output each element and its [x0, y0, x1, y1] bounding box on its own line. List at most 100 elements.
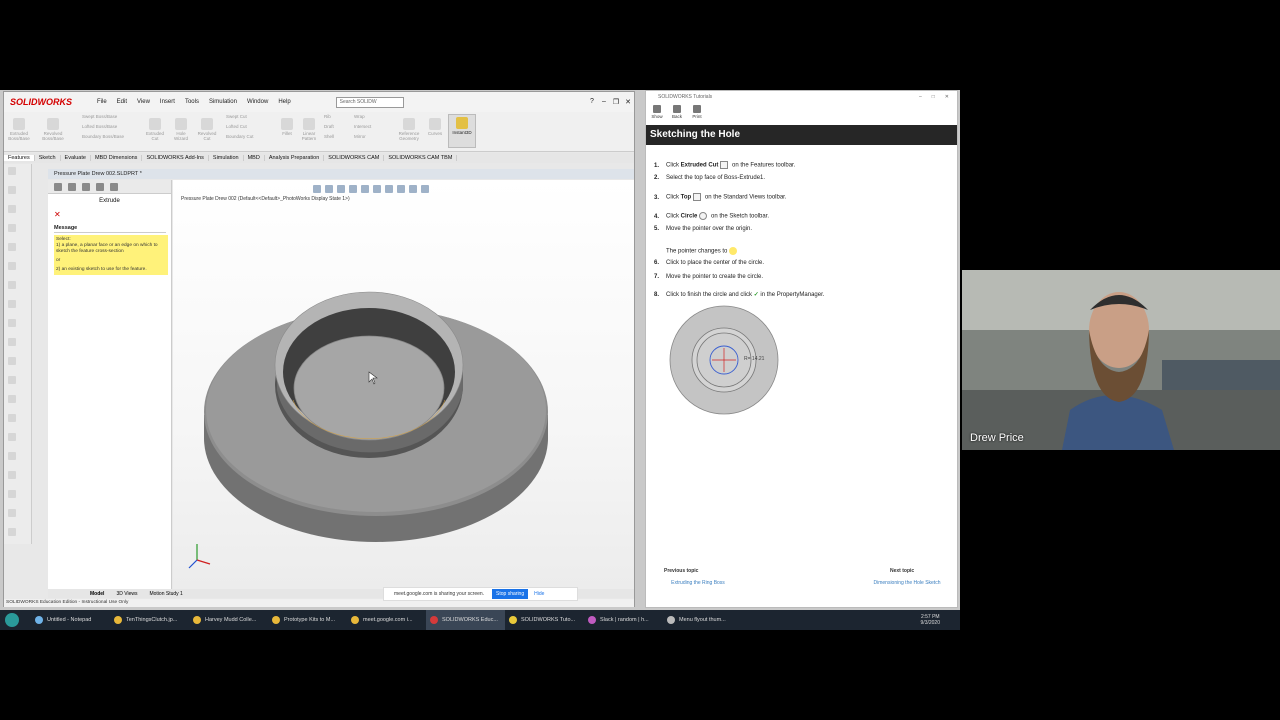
stop-sharing-button[interactable]: Stop sharing [492, 589, 529, 599]
menu-simulation[interactable]: Simulation [209, 99, 237, 105]
toolbar-icon[interactable] [8, 167, 16, 175]
intersect-button[interactable]: Intersect [354, 124, 388, 129]
next-topic-link[interactable]: Dimensioning the Hole Sketch [872, 580, 942, 586]
toolbar-icon[interactable] [8, 281, 16, 289]
taskbar-item[interactable]: SOLIDWORKS Educ... [426, 610, 505, 630]
tab-model[interactable]: Model [84, 591, 110, 597]
curves-button[interactable]: Curves [424, 116, 446, 136]
dimxpert-icon[interactable] [96, 183, 104, 191]
extruded-cut-button[interactable]: Extruded Cut [144, 116, 166, 141]
toolbar-icon[interactable] [8, 509, 16, 517]
toolbar-icon[interactable] [8, 262, 16, 270]
menu-edit[interactable]: Edit [117, 99, 127, 105]
menu-view[interactable]: View [137, 99, 150, 105]
tab-analysis-preparation[interactable]: Analysis Preparation [265, 155, 325, 161]
clock[interactable]: 2:57 PM 9/3/2020 [921, 614, 940, 626]
instant3d-button[interactable]: Instant3D [448, 114, 476, 148]
message-header[interactable]: Message [54, 225, 166, 233]
taskbar-item[interactable]: Harvey Mudd Colle... [189, 610, 268, 630]
tab-cam[interactable]: SOLIDWORKS CAM [324, 155, 385, 161]
toolbar-icon[interactable] [8, 300, 16, 308]
graphics-area[interactable]: Pressure Plate Drew 002 (Default<<Defaul… [173, 180, 634, 590]
lofted-cut-button[interactable]: Lofted Cut [226, 124, 270, 129]
rib-button[interactable]: Rib [324, 114, 348, 119]
fillet-button[interactable]: Fillet [276, 116, 298, 136]
hole-wizard-button[interactable]: Hole Wizard [170, 116, 192, 141]
toolbar-icon[interactable] [8, 224, 16, 232]
mirror-button[interactable]: Mirror [354, 134, 388, 139]
cancel-icon[interactable]: ✕ [54, 210, 171, 219]
print-button[interactable]: Print [690, 103, 704, 125]
close-icon[interactable]: ✕ [945, 91, 949, 103]
chrome-icon [351, 616, 359, 624]
wrap-button[interactable]: Wrap [354, 114, 388, 119]
toolbar-icon[interactable] [8, 186, 16, 194]
minimize-icon[interactable]: – [598, 98, 610, 106]
toolbar-icon[interactable] [8, 205, 16, 213]
maximize-icon[interactable]: □ [932, 91, 935, 103]
taskbar-item[interactable]: Menu flyout thum... [663, 610, 742, 630]
tab-mbd-dimensions[interactable]: MBD Dimensions [91, 155, 143, 161]
linear-pattern-button[interactable]: Linear Pattern [298, 116, 320, 141]
toolbar-icon[interactable] [8, 490, 16, 498]
taskbar-item[interactable]: TenThingsClutch.jp... [110, 610, 189, 630]
toolbar-icon[interactable] [8, 414, 16, 422]
tab-sketch[interactable]: Sketch [35, 155, 61, 161]
toolbar-icon[interactable] [8, 395, 16, 403]
tab-addins[interactable]: SOLIDWORKS Add-Ins [142, 155, 209, 161]
minimize-icon[interactable]: – [919, 91, 922, 103]
menu-help[interactable]: Help [278, 99, 290, 105]
taskbar-item[interactable]: Untitled - Notepad [31, 610, 110, 630]
boundary-boss-button[interactable]: Boundary Boss/Base [82, 134, 134, 139]
show-button[interactable]: Show [650, 103, 664, 125]
toolbar-icon[interactable] [8, 338, 16, 346]
search-input[interactable]: Search SOLIDW [335, 96, 404, 108]
draft-button[interactable]: Draft [324, 124, 348, 129]
toolbar-icon[interactable] [8, 528, 16, 536]
previous-topic-link[interactable]: Extruding the Ring Boss [658, 580, 738, 586]
swept-boss-button[interactable]: Swept Boss/Base [82, 114, 134, 119]
extruded-boss-button[interactable]: Extruded Boss/Base [8, 116, 30, 141]
tab-simulation[interactable]: Simulation [209, 155, 244, 161]
tab-motion-study[interactable]: Motion Study 1 [143, 591, 188, 597]
toolbar-icon[interactable] [8, 433, 16, 441]
tab-cam-tbm[interactable]: SOLIDWORKS CAM TBM [384, 155, 458, 161]
swept-cut-button[interactable]: Swept Cut [226, 114, 270, 119]
start-button[interactable] [5, 613, 19, 627]
configuration-icon[interactable] [82, 183, 90, 191]
feature-tree-icon[interactable] [54, 183, 62, 191]
toolbar-icon[interactable] [8, 243, 16, 251]
toolbar-icon[interactable] [8, 357, 16, 365]
tab-evaluate[interactable]: Evaluate [61, 155, 91, 161]
taskbar-item[interactable]: SOLIDWORKS Tuto... [505, 610, 584, 630]
tab-3d-views[interactable]: 3D Views [110, 591, 143, 597]
tab-features[interactable]: Features [4, 155, 35, 161]
solidworks-tutorial-icon [509, 616, 517, 624]
menu-window[interactable]: Window [247, 99, 268, 105]
taskbar-item[interactable]: Prototype Kits to M... [268, 610, 347, 630]
restore-icon[interactable]: ❐ [610, 98, 622, 106]
chrome-icon [114, 616, 122, 624]
toolbar-icon[interactable] [8, 319, 16, 327]
reference-geometry-button[interactable]: Reference Geometry [394, 116, 424, 141]
revolved-boss-button[interactable]: Revolved Boss/Base [42, 116, 64, 141]
revolved-cut-button[interactable]: Revolved Cut [196, 116, 218, 141]
menu-tools[interactable]: Tools [185, 99, 199, 105]
display-manager-icon[interactable] [110, 183, 118, 191]
taskbar-item[interactable]: meet.google.com i... [347, 610, 426, 630]
property-manager-icon[interactable] [68, 183, 76, 191]
close-icon[interactable]: ✕ [622, 98, 634, 106]
help-icon[interactable]: ? [586, 98, 598, 106]
menu-insert[interactable]: Insert [160, 99, 175, 105]
shell-button[interactable]: Shell [324, 134, 348, 139]
toolbar-icon[interactable] [8, 471, 16, 479]
back-button[interactable]: Back [670, 103, 684, 125]
taskbar-item[interactable]: Slack | random | h... [584, 610, 663, 630]
boundary-cut-button[interactable]: Boundary Cut [226, 134, 270, 139]
lofted-boss-button[interactable]: Lofted Boss/Base [82, 124, 134, 129]
toolbar-icon[interactable] [8, 376, 16, 384]
tab-mbd[interactable]: MBD [244, 155, 265, 161]
toolbar-icon[interactable] [8, 452, 16, 460]
menu-file[interactable]: File [97, 99, 107, 105]
hide-button[interactable]: Hide [534, 591, 544, 597]
